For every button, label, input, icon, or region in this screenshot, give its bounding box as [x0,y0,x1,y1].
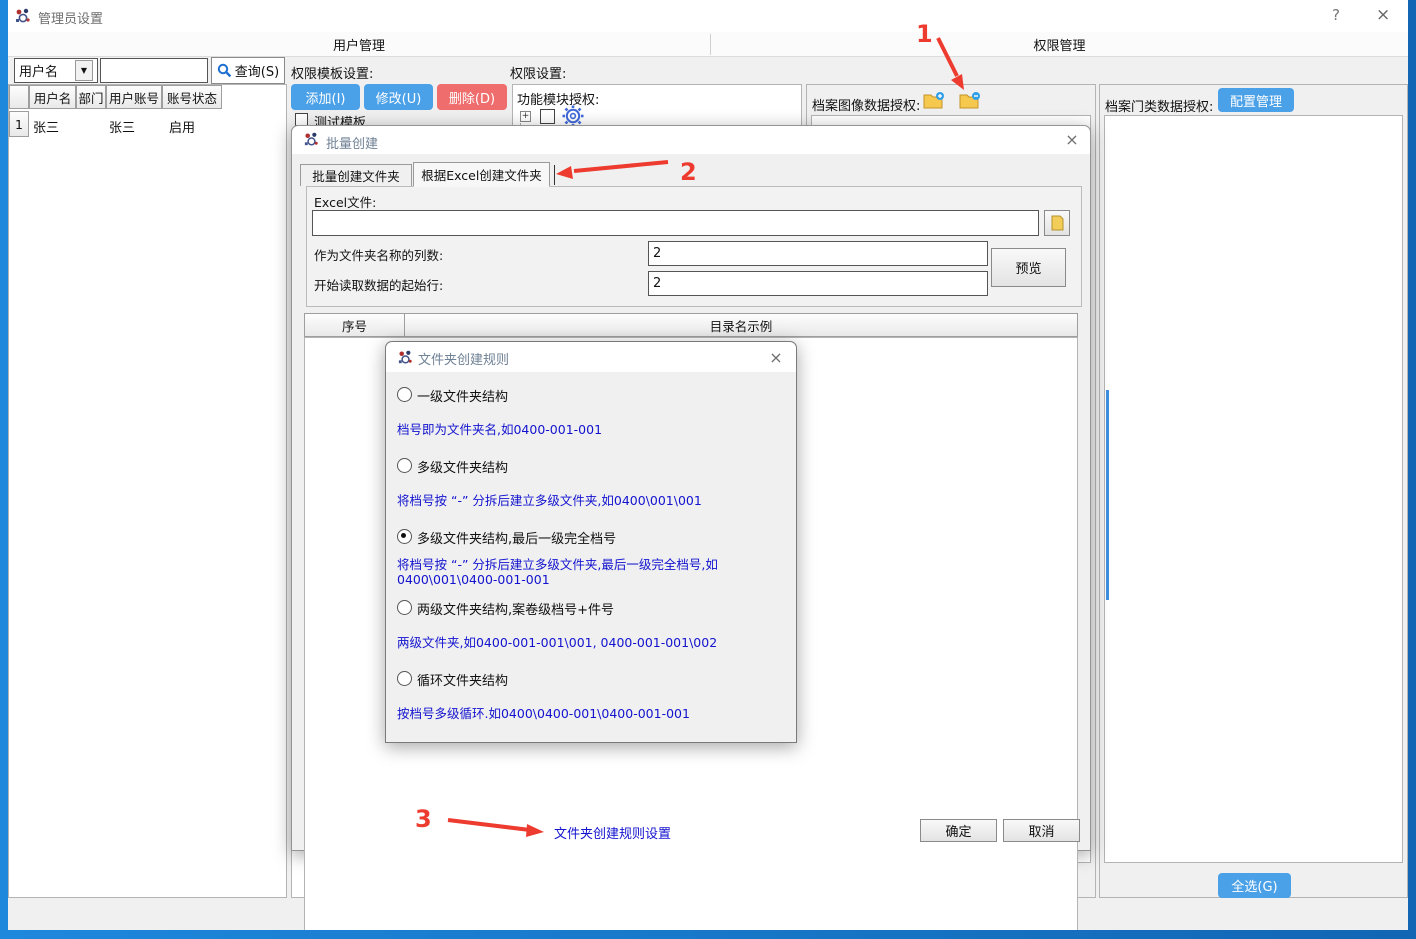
radio-option-3[interactable] [397,529,412,544]
template-settings-label: 权限模板设置: [291,63,373,82]
cell-account: 张三 [109,117,135,136]
module-root-checkbox[interactable] [540,109,555,124]
cancel-button[interactable]: 取消 [1003,819,1080,842]
search-field-select[interactable]: 用户名 ▼ [14,58,98,83]
rule-dialog-title: 文件夹创建规则 [418,349,509,368]
search-button[interactable]: 查询(S) [211,57,285,84]
folder-rule-dialog: 文件夹创建规则 × 一级文件夹结构 档号即为文件夹名,如0400-001-001… [385,341,797,743]
radio-option-4-desc: 两级文件夹,如0400-001-001\001, 0400-001-001\00… [397,635,717,650]
window-titlebar: 管理员设置 ? × [8,0,1408,32]
user-table: 用户名 部门 用户账号 账号状态 1 张三 张三 启用 [8,84,287,898]
close-button[interactable]: × [1376,5,1390,25]
col-header-status[interactable]: 账号状态 [162,85,222,109]
category-auth-list [1104,115,1403,863]
excel-file-input[interactable] [312,210,1039,236]
radio-option-3-desc: 将档号按 “-” 分拆后建立多级文件夹,最后一级完全档号,如 0400\001\… [397,557,777,587]
search-field-value: 用户名 [19,61,75,80]
search-button-label: 查询(S) [235,61,279,80]
rule-dialog-titlebar: 文件夹创建规则 × [386,342,796,372]
dialog-icon [303,131,320,148]
delete-button[interactable]: 删除(D) [437,84,507,110]
folder-add-icon[interactable] [923,91,945,111]
tab-user-management[interactable]: 用户管理 [8,32,710,57]
category-auth-panel: 档案门类数据授权: 配置管理 全选(G) [1099,84,1408,898]
file-icon [1051,215,1064,231]
rule-settings-link[interactable]: 文件夹创建规则设置 [554,823,671,842]
config-manage-button[interactable]: 配置管理 [1218,88,1294,112]
cols-label: 作为文件夹名称的列数: [314,245,443,264]
permission-settings-label: 权限设置: [510,63,566,82]
rows-label: 开始读取数据的起始行: [314,275,443,294]
radio-option-5[interactable] [397,671,412,686]
excel-file-label: Excel文件: [314,192,376,211]
admin-settings-window: 管理员设置 ? × 用户管理 权限管理 用户名 ▼ 查询(S) 用户名 部门 用… [8,0,1408,930]
folder-remove-icon[interactable] [959,91,981,111]
annotation-number-2: 2 [680,158,697,186]
cols-input[interactable] [648,241,988,266]
image-auth-label: 档案图像数据授权: [812,95,920,114]
batch-dialog-title: 批量创建 [326,133,378,152]
search-input[interactable] [100,58,208,83]
tab-permission-management[interactable]: 权限管理 [711,32,1408,57]
col-header-username[interactable]: 用户名 [29,85,76,109]
col-header-account[interactable]: 用户账号 [106,85,162,109]
edit-button[interactable]: 修改(U) [364,84,433,110]
excel-settings-pane: Excel文件: 作为文件夹名称的列数: 开始读取数据的起始行: 预览 [306,186,1082,307]
table-corner-cell [9,85,29,109]
desktop: 管理员设置 ? × 用户管理 权限管理 用户名 ▼ 查询(S) 用户名 部门 用… [0,0,1416,939]
radio-option-5-label[interactable]: 循环文件夹结构 [417,670,508,689]
preview-button[interactable]: 预览 [991,248,1066,287]
main-tabstrip: 用户管理 权限管理 [8,32,1408,57]
tab-caret [554,165,555,185]
radio-option-2-desc: 将档号按 “-” 分拆后建立多级文件夹,如0400\001\001 [397,493,702,508]
preview-col-seq[interactable]: 序号 [304,313,405,337]
add-button[interactable]: 添加(I) [291,84,360,110]
chevron-down-icon[interactable]: ▼ [75,60,93,81]
tab-excel-create-folder[interactable]: 根据Excel创建文件夹 [413,162,550,187]
radio-option-5-desc: 按档号多级循环.如0400\0400-001\0400-001-001 [397,706,690,721]
radio-option-1-label[interactable]: 一级文件夹结构 [417,386,508,405]
batch-dialog-titlebar: 批量创建 × [292,126,1090,154]
table-row[interactable]: 1 张三 张三 启用 [9,109,288,137]
radio-option-4-label[interactable]: 两级文件夹结构,案卷级档号+件号 [417,599,614,618]
app-icon [14,7,32,25]
cell-status: 启用 [169,117,195,136]
window-title: 管理员设置 [38,8,103,27]
radio-option-1[interactable] [397,387,412,402]
select-all-categories-button[interactable]: 全选(G) [1218,873,1291,898]
tab-batch-create-folder[interactable]: 批量创建文件夹 [300,164,412,186]
category-auth-label: 档案门类数据授权: [1105,96,1213,115]
annotation-number-1: 1 [916,20,933,48]
tree-expand-icon[interactable]: + [520,111,531,122]
row-number: 1 [9,111,29,137]
radio-option-1-desc: 档号即为文件夹名,如0400-001-001 [397,422,602,437]
preview-col-dirname[interactable]: 目录名示例 [404,313,1078,337]
rows-input[interactable] [648,271,988,296]
radio-option-4[interactable] [397,600,412,615]
radio-option-2[interactable] [397,458,412,473]
dialog-icon [397,349,414,366]
rule-dialog-close-icon[interactable]: × [766,348,786,367]
help-button[interactable]: ? [1332,6,1340,24]
batch-dialog-close-icon[interactable]: × [1062,130,1082,149]
search-icon [217,63,232,78]
module-auth-label: 功能模块授权: [517,89,599,108]
ok-button[interactable]: 确定 [920,819,997,842]
radio-option-2-label[interactable]: 多级文件夹结构 [417,457,508,476]
browse-button[interactable] [1044,210,1070,236]
annotation-number-3: 3 [415,805,432,833]
col-header-dept[interactable]: 部门 [76,85,106,109]
cell-username: 张三 [33,117,59,136]
radio-option-3-label[interactable]: 多级文件夹结构,最后一级完全档号 [417,528,616,547]
scrollbar-thumb[interactable] [1106,390,1109,600]
